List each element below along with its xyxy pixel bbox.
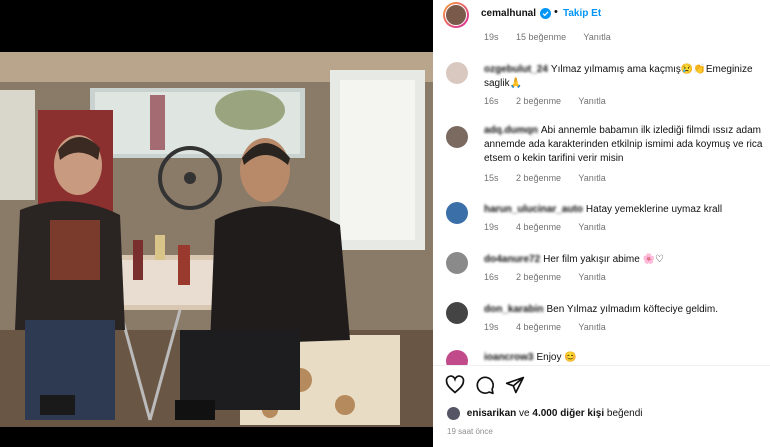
avatar[interactable] xyxy=(447,407,460,420)
comment-reply[interactable]: Yanıtla xyxy=(578,173,605,183)
verified-icon xyxy=(540,8,551,19)
comment-time: 19s xyxy=(484,32,499,42)
photo-illustration xyxy=(0,0,433,447)
comment-meta: 16s 2 beğenme Yanıtla xyxy=(484,272,621,282)
likes-suffix: beğendi xyxy=(606,408,643,420)
comment-username[interactable]: harun_ulucinar_auto xyxy=(484,204,583,215)
comment-likes[interactable]: 2 beğenme xyxy=(516,272,561,282)
comment-body: Enjoy 😊 xyxy=(536,352,577,363)
comment-username[interactable]: adq.dumqn xyxy=(484,125,538,136)
comment-body: Ben Yılmaz yılmadım köfteciye geldim. xyxy=(546,304,719,315)
avatar[interactable] xyxy=(446,202,468,224)
comment-time: 19s xyxy=(484,222,499,232)
comment-text: adq.dumqn Abi annemle babamın ilk izlediğ… xyxy=(484,124,764,166)
comment-likes[interactable]: 2 beğenme xyxy=(516,173,561,183)
comment-meta: 19s 4 beğenme Yanıtla xyxy=(484,322,621,332)
avatar[interactable] xyxy=(446,62,468,84)
likes-count[interactable]: 4.000 diğer kişi xyxy=(532,408,604,419)
comment-time: 16s xyxy=(484,96,499,106)
post-actions: enisarikan ve 4.000 diğer kişi beğendi 1… xyxy=(433,365,770,447)
post-photo xyxy=(0,0,433,447)
comment-likes[interactable]: 4 beğenme xyxy=(516,322,561,332)
avatar[interactable] xyxy=(446,252,468,274)
avatar[interactable] xyxy=(443,2,469,28)
comment-likes[interactable]: 2 beğenme xyxy=(516,96,561,106)
likes-summary: enisarikan ve 4.000 diğer kişi beğendi xyxy=(447,407,642,420)
comment-icon[interactable] xyxy=(475,375,495,395)
comments-list[interactable]: 19s 15 beğenme Yanıtla ozgebulut_24 Yılma… xyxy=(433,0,770,365)
share-icon[interactable] xyxy=(505,375,525,395)
comment-text: ozgebulut_24 Yılmaz yılmamış ama kaçmış😢👏… xyxy=(484,63,764,91)
comment-meta: 19s 4 beğenme Yanıtla xyxy=(484,222,621,232)
comment-time: 15s xyxy=(484,173,499,183)
comment-meta: 19s 15 beğenme Yanıtla xyxy=(484,32,626,42)
likes-connector: ve xyxy=(519,408,530,420)
comment-text: don_karabin Ben Yılmaz yılmadım köfteciye… xyxy=(484,303,764,317)
follow-button[interactable]: Takip Et xyxy=(563,8,601,19)
comment-text: do4anure72 Her film yakışır abime 🌸♡ xyxy=(484,253,764,267)
comment-username[interactable]: ioancrow3 xyxy=(484,352,533,363)
post-username[interactable]: cemalhunal xyxy=(481,8,536,19)
comment-reply[interactable]: Yanıtla xyxy=(578,222,605,232)
comment-reply[interactable]: Yanıtla xyxy=(578,272,605,282)
comment-time: 19s xyxy=(484,322,499,332)
avatar[interactable] xyxy=(446,126,468,148)
comment-time: 16s xyxy=(484,272,499,282)
post-time: 19 saat önce xyxy=(447,427,493,436)
comment-text: harun_ulucinar_auto Hatay yemeklerine uym… xyxy=(484,203,764,217)
avatar[interactable] xyxy=(446,302,468,324)
comment-username[interactable]: don_karabin xyxy=(484,304,543,315)
likes-user[interactable]: enisarikan xyxy=(467,408,516,419)
comment-likes[interactable]: 4 beğenme xyxy=(516,222,561,232)
heart-icon[interactable] xyxy=(445,375,465,395)
comment-body: Hatay yemeklerine uymaz krall xyxy=(585,204,723,215)
comment-likes[interactable]: 15 beğenme xyxy=(516,32,566,42)
comment-username[interactable]: do4anure72 xyxy=(484,254,540,265)
comment-text: ioancrow3 Enjoy 😊 xyxy=(484,351,764,365)
comment-username[interactable]: ozgebulut_24 xyxy=(484,64,548,75)
comment-reply[interactable]: Yanıtla xyxy=(578,96,605,106)
separator-dot: • xyxy=(554,6,558,18)
post-sidebar: 19s 15 beğenme Yanıtla ozgebulut_24 Yılma… xyxy=(433,0,770,447)
comment-reply[interactable]: Yanıtla xyxy=(583,32,610,42)
comment-body: Her film yakışır abime 🌸♡ xyxy=(543,254,665,265)
avatar[interactable] xyxy=(446,350,468,365)
comment-meta: 16s 2 beğenme Yanıtla xyxy=(484,96,621,106)
post-header: cemalhunal • Takip Et xyxy=(433,0,770,30)
comment-reply[interactable]: Yanıtla xyxy=(578,322,605,332)
comment-meta: 15s 2 beğenme Yanıtla xyxy=(484,173,621,183)
